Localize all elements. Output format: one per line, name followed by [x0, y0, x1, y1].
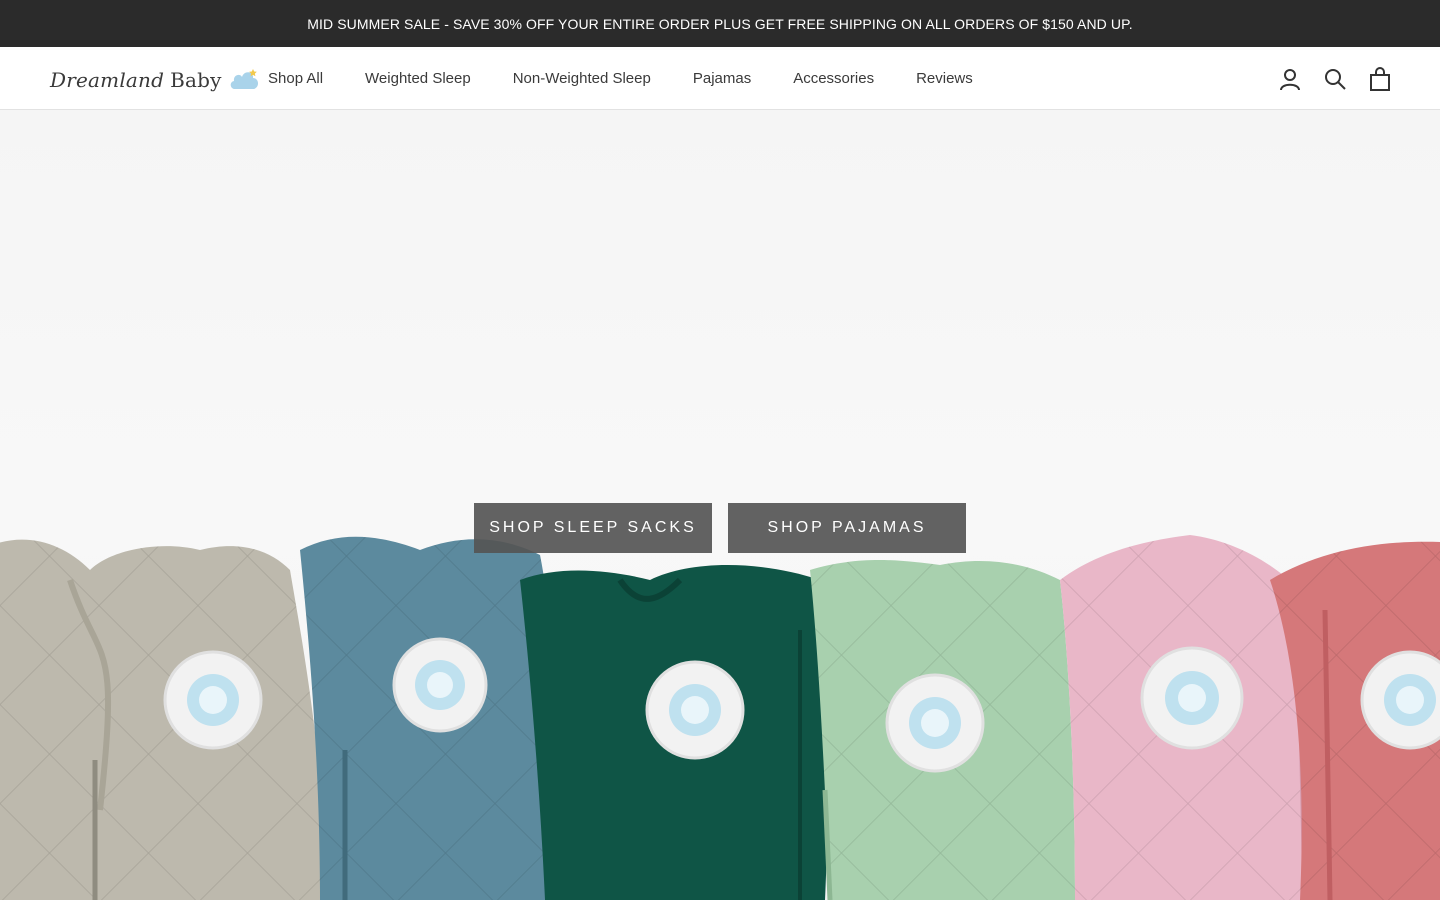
hero-sleep-sacks-image: [0, 535, 1440, 900]
shop-pajamas-button[interactable]: SHOP PAJAMAS: [728, 503, 966, 553]
nav-pajamas[interactable]: Pajamas: [693, 70, 751, 87]
badge-beige: [163, 650, 263, 750]
sleep-sack-beige: [0, 539, 330, 900]
account-icon[interactable]: [1278, 67, 1302, 91]
nav-reviews[interactable]: Reviews: [916, 70, 973, 87]
shop-sleep-sacks-button[interactable]: SHOP SLEEP SACKS: [474, 503, 712, 553]
site-header: Dreamland Baby Shop All Weighted Sleep No…: [0, 47, 1440, 110]
brand-logo[interactable]: Dreamland Baby: [50, 65, 260, 95]
nav-shop-all[interactable]: Shop All: [268, 70, 323, 87]
main-nav: Shop All Weighted Sleep Non-Weighted Sle…: [268, 47, 1015, 110]
search-icon[interactable]: [1323, 67, 1347, 91]
cloud-icon: [230, 69, 258, 89]
nav-weighted-sleep[interactable]: Weighted Sleep: [365, 70, 471, 87]
nav-accessories[interactable]: Accessories: [793, 70, 874, 87]
badge-sage: [885, 673, 985, 773]
badge-coral: [1360, 650, 1440, 750]
announcement-text: MID SUMMER SALE - SAVE 30% OFF YOUR ENTI…: [307, 15, 1133, 32]
hero-banner: SHOP SLEEP SACKS SHOP PAJAMAS: [0, 110, 1440, 900]
nav-non-weighted-sleep[interactable]: Non-Weighted Sleep: [513, 70, 651, 87]
cart-icon[interactable]: [1368, 67, 1392, 91]
badge-pink: [1140, 646, 1244, 750]
brand-name: Dreamland Baby: [50, 68, 222, 92]
badge-green: [645, 660, 745, 760]
announcement-bar: MID SUMMER SALE - SAVE 30% OFF YOUR ENTI…: [0, 0, 1440, 47]
badge-blue: [392, 637, 488, 733]
